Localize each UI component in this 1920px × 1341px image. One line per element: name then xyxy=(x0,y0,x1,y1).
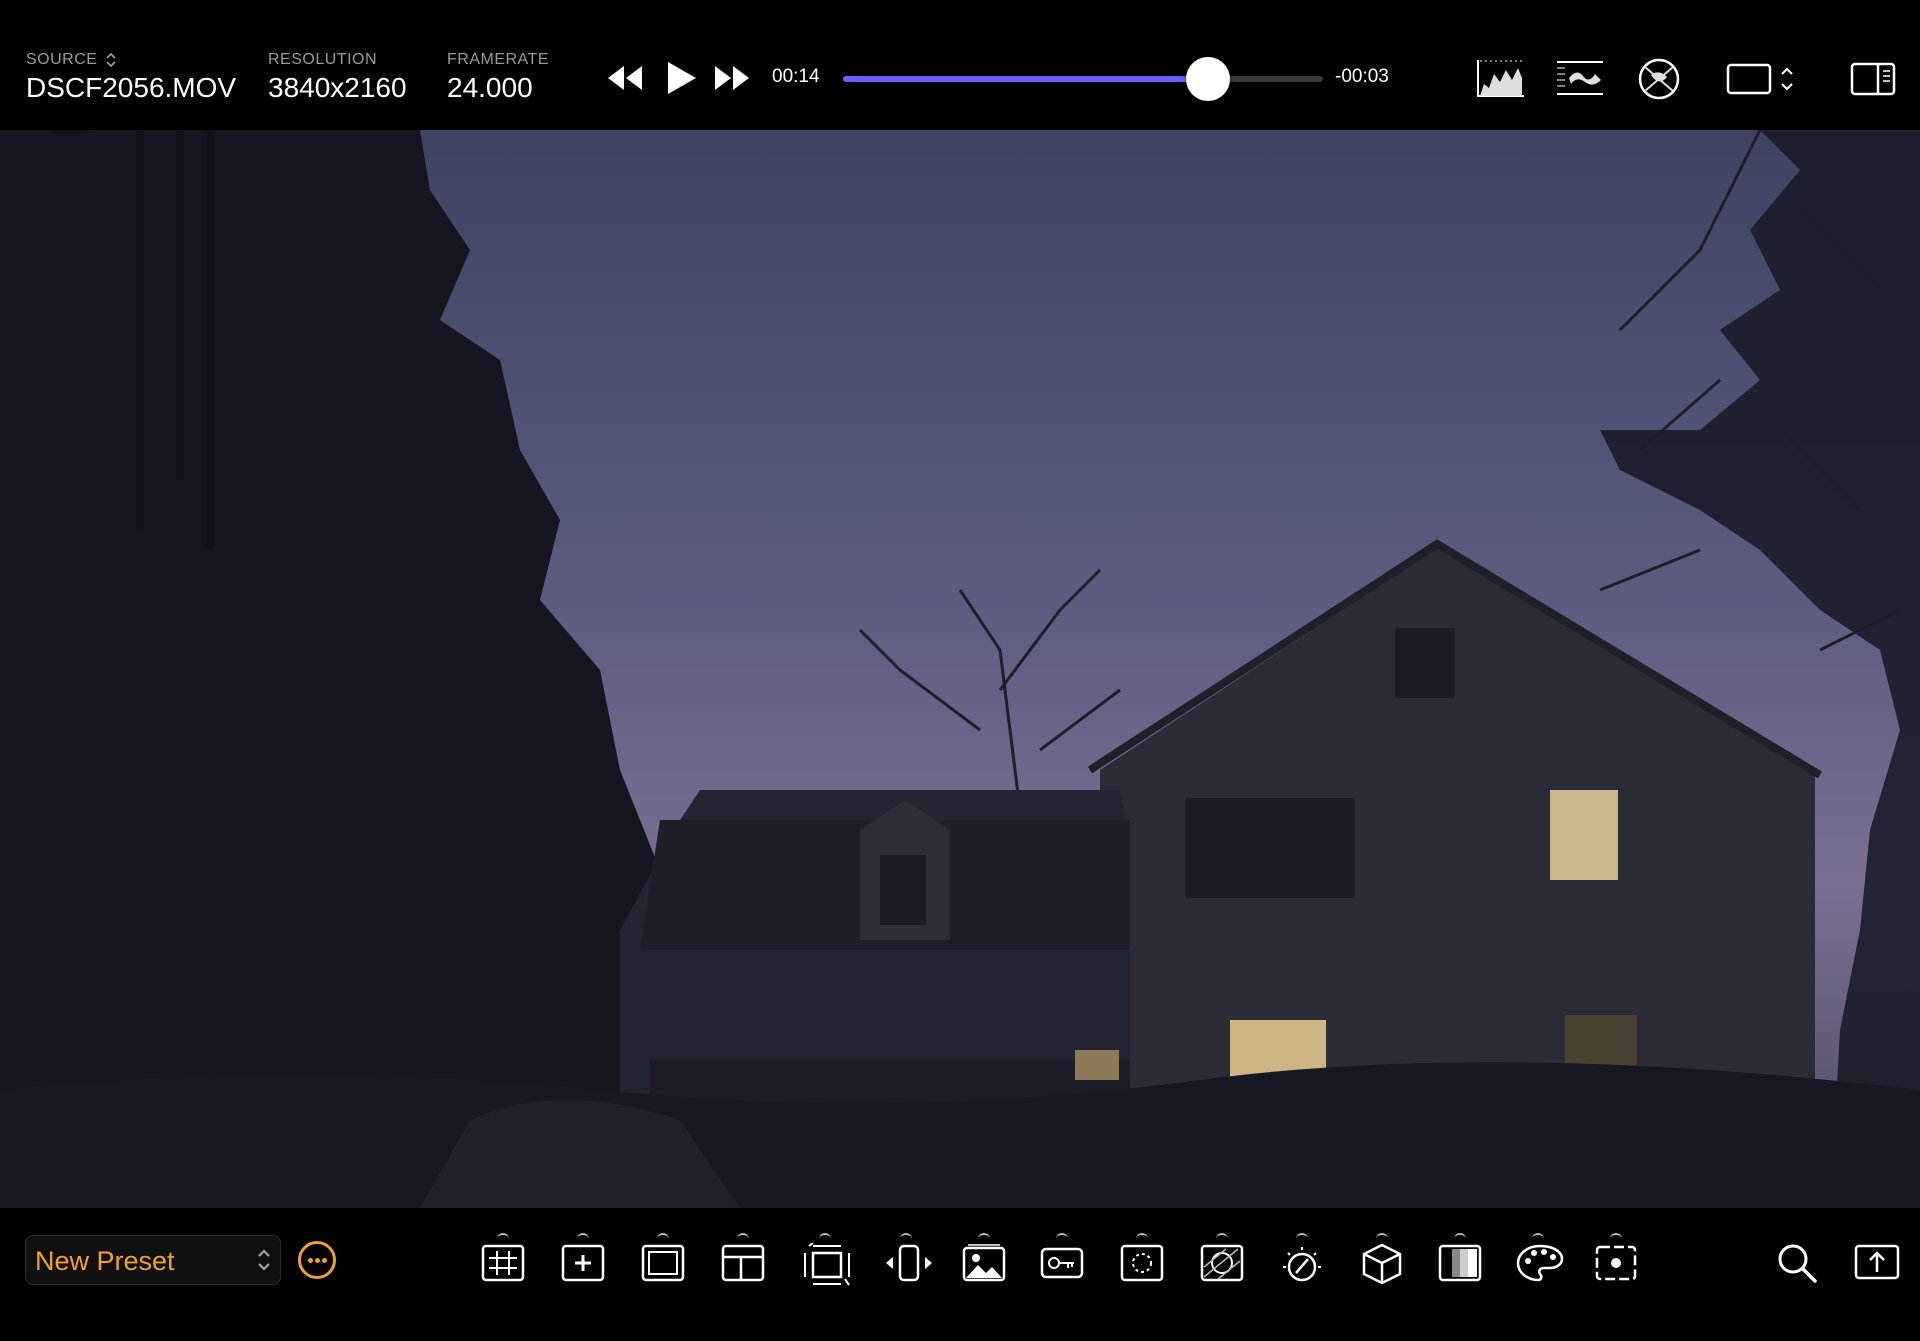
playback-scrubber[interactable] xyxy=(843,57,1323,101)
chevron-updown-icon xyxy=(256,1247,272,1273)
frame-aspect-selector-icon xyxy=(1726,62,1798,96)
scrubber-handle[interactable] xyxy=(1185,57,1230,101)
histogram-icon xyxy=(1476,58,1526,98)
chevron-updown-icon xyxy=(105,52,117,68)
source-selector[interactable]: SOURCE DSCF2056.MOV xyxy=(26,50,236,104)
resolution-info: RESOLUTION 3840x2160 xyxy=(268,50,407,104)
frame-guide-button[interactable] xyxy=(637,1233,689,1289)
lut-cube-button[interactable] xyxy=(1356,1233,1408,1289)
bottom-toolbar: New Preset xyxy=(0,1208,1920,1341)
play-icon xyxy=(666,60,698,96)
frame-aspect-selector[interactable] xyxy=(1726,62,1798,101)
sidebar-toggle-icon xyxy=(1850,62,1896,96)
remaining-time: -00:03 xyxy=(1335,66,1389,87)
color-palette-icon xyxy=(1516,1244,1564,1282)
fast-forward-button[interactable] xyxy=(713,64,751,97)
false-color-icon xyxy=(1200,1244,1244,1282)
focus-peaking-button[interactable] xyxy=(1116,1233,1168,1289)
top-toolbar: SOURCE DSCF2056.MOV RESOLUTION 3840x2160… xyxy=(0,0,1920,130)
search-icon xyxy=(1776,1242,1818,1284)
center-marker-button[interactable] xyxy=(557,1233,609,1289)
false-color-button[interactable] xyxy=(1196,1233,1248,1289)
color-palette-button[interactable] xyxy=(1512,1233,1564,1289)
key-button[interactable] xyxy=(1036,1233,1088,1289)
transform-button[interactable] xyxy=(795,1233,855,1289)
center-marker-icon xyxy=(561,1244,605,1282)
safe-area-icon xyxy=(721,1244,765,1282)
zebra-icon xyxy=(1438,1244,1482,1282)
elapsed-time: 00:14 xyxy=(772,66,820,87)
exposure-meter-icon xyxy=(1283,1247,1321,1282)
flip-icon xyxy=(886,1244,932,1282)
vectorscope-button[interactable] xyxy=(1637,57,1681,106)
key-icon xyxy=(1040,1247,1084,1279)
resolution-value: 3840x2160 xyxy=(268,72,407,103)
rewind-button[interactable] xyxy=(606,64,644,97)
flip-button[interactable] xyxy=(880,1233,932,1289)
grid-guide-icon xyxy=(481,1244,525,1282)
framerate-info: FRAMERATE 24.000 xyxy=(447,50,549,104)
framerate-value: 24.000 xyxy=(447,72,533,103)
resolution-label: RESOLUTION xyxy=(268,51,378,68)
sidebar-toggle-button[interactable] xyxy=(1850,62,1896,101)
zebra-button[interactable] xyxy=(1434,1233,1486,1289)
video-viewer[interactable] xyxy=(0,130,1920,1208)
frame-guide-icon xyxy=(641,1244,685,1282)
preset-selector[interactable]: New Preset xyxy=(25,1235,281,1285)
focus-peaking-icon xyxy=(1120,1244,1164,1282)
spot-meter-icon xyxy=(1595,1245,1637,1281)
transform-icon xyxy=(804,1243,850,1286)
source-label: SOURCE xyxy=(26,51,98,68)
video-frame xyxy=(0,130,1920,1208)
framerate-label: FRAMERATE xyxy=(447,51,549,68)
safe-area-button[interactable] xyxy=(717,1233,769,1289)
search-button[interactable] xyxy=(1776,1242,1818,1289)
image-overlay-icon xyxy=(962,1244,1006,1282)
histogram-button[interactable] xyxy=(1476,58,1526,103)
source-value: DSCF2056.MOV xyxy=(26,72,237,103)
rewind-icon xyxy=(606,64,644,92)
scrubber-progress xyxy=(843,76,1208,82)
image-overlay-button[interactable] xyxy=(958,1233,1010,1289)
export-icon xyxy=(1854,1242,1900,1280)
preset-label: New Preset xyxy=(35,1246,175,1276)
more-options-button[interactable] xyxy=(298,1241,336,1279)
grid-guide-button[interactable] xyxy=(477,1233,529,1289)
export-button[interactable] xyxy=(1854,1242,1900,1285)
spot-meter-button[interactable] xyxy=(1590,1233,1642,1289)
waveform-button[interactable] xyxy=(1555,58,1605,103)
play-button[interactable] xyxy=(666,60,698,101)
vectorscope-icon xyxy=(1637,57,1681,101)
lut-cube-icon xyxy=(1362,1243,1402,1285)
exposure-meter-button[interactable] xyxy=(1276,1233,1328,1289)
fast-forward-icon xyxy=(713,64,751,92)
waveform-icon xyxy=(1555,58,1605,98)
